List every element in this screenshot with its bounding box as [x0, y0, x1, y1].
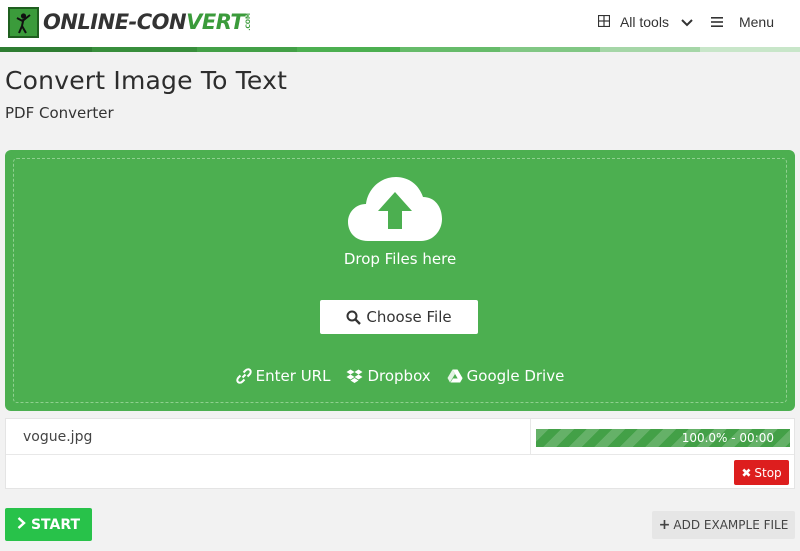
add-example-file-button[interactable]: + ADD EXAMPLE FILE	[652, 511, 795, 539]
hamburger-icon	[710, 14, 723, 30]
header: ONLINE-CONVERT .COM All tools Menu	[0, 0, 800, 48]
enter-url-button[interactable]: Enter URL	[235, 367, 331, 385]
dropbox-icon	[346, 369, 363, 384]
page-title: Convert Image To Text	[5, 66, 288, 95]
choose-file-button[interactable]: Choose File	[320, 300, 478, 334]
start-button[interactable]: START	[5, 508, 92, 541]
menu-label: Menu	[738, 14, 774, 30]
header-color-stripe	[0, 47, 800, 52]
grid-icon	[597, 14, 611, 30]
logo-text-part1: ONLINE-	[43, 10, 137, 34]
google-drive-button[interactable]: Google Drive	[447, 367, 565, 385]
logo-suffix: .COM	[245, 13, 253, 31]
enter-url-label: Enter URL	[255, 367, 331, 385]
page-subtitle: PDF Converter	[5, 104, 114, 122]
logo-text: ONLINE-CONVERT	[43, 10, 245, 34]
dropbox-button[interactable]: Dropbox	[346, 367, 431, 385]
file-name: vogue.jpg	[23, 429, 93, 445]
logo-mark-icon	[8, 6, 39, 38]
logo-text-part3: VERT	[186, 10, 245, 34]
cloud-upload-icon	[346, 175, 444, 243]
stop-button[interactable]: ✖ Stop	[734, 460, 789, 485]
logo-text-part2: CON	[136, 10, 187, 34]
search-icon	[346, 310, 362, 325]
top-nav: All tools Menu	[597, 0, 800, 44]
chevron-right-icon	[17, 516, 26, 533]
plus-icon: +	[658, 517, 671, 533]
dropbox-label: Dropbox	[367, 367, 431, 385]
link-icon	[235, 368, 252, 384]
close-icon: ✖	[741, 465, 752, 480]
add-example-label: ADD EXAMPLE FILE	[673, 518, 789, 532]
choose-file-label: Choose File	[366, 308, 452, 326]
progress-text: 100.0% - 00:00	[681, 431, 774, 445]
row-divider	[530, 419, 531, 455]
google-drive-icon	[447, 369, 463, 383]
file-list: vogue.jpg 100.0% - 00:00 ✖ Stop	[5, 418, 795, 489]
chevron-down-icon	[681, 14, 693, 30]
upload-progress-bar: 100.0% - 00:00	[536, 429, 790, 447]
upload-sources: Enter URL Dropbox Google Drive	[0, 367, 800, 385]
file-row: vogue.jpg 100.0% - 00:00	[6, 419, 794, 455]
all-tools-label: All tools	[619, 14, 669, 30]
stop-label: Stop	[754, 465, 782, 480]
all-tools-menu[interactable]: All tools	[597, 14, 693, 30]
main-menu[interactable]: Menu	[710, 14, 774, 30]
google-drive-label: Google Drive	[466, 367, 565, 385]
drop-files-text: Drop Files here	[343, 250, 457, 268]
logo[interactable]: ONLINE-CONVERT .COM	[8, 6, 252, 38]
start-label: START	[30, 516, 81, 533]
